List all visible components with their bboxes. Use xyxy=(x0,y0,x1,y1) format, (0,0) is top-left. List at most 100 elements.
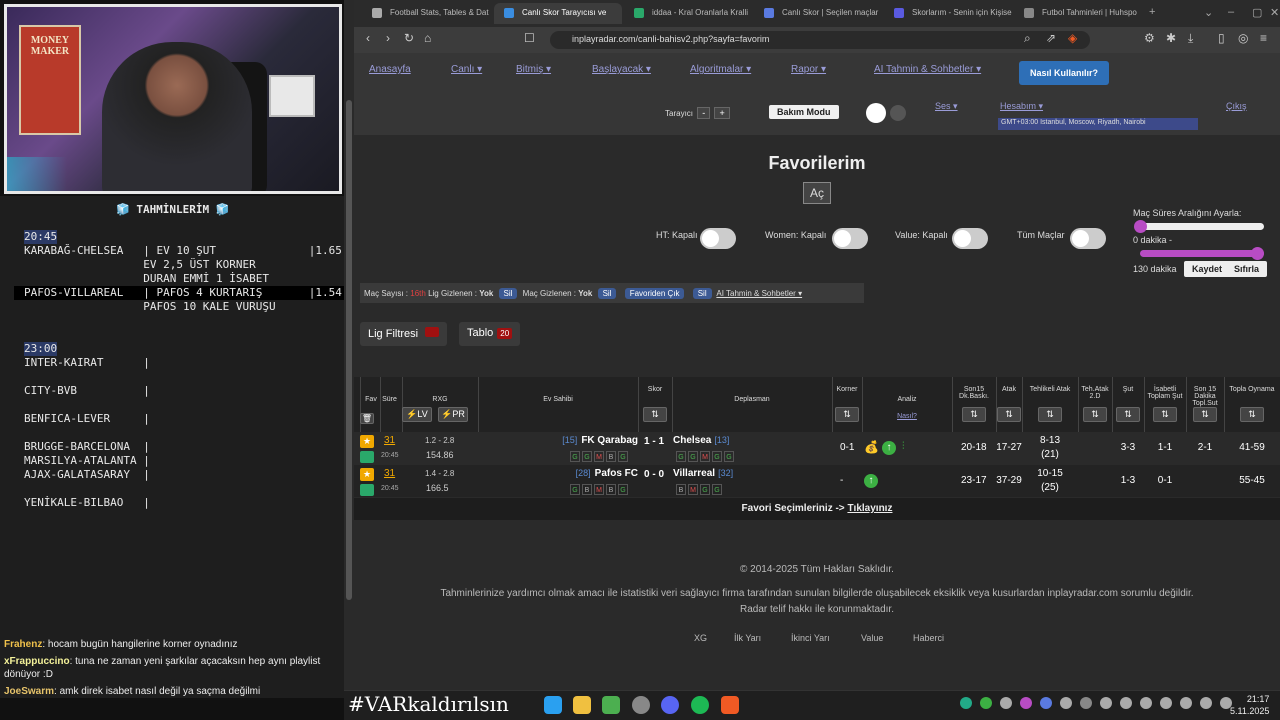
dark-mode-icon[interactable] xyxy=(890,105,906,121)
brave-shield-icon[interactable]: ◈ xyxy=(1068,31,1077,45)
footer-link[interactable]: Value xyxy=(861,633,883,643)
browser-tab[interactable]: Canlı Skor | Seçilen maçlar xyxy=(754,3,882,24)
nav-item[interactable]: Başlayacak ▾ xyxy=(592,64,651,75)
nav-item[interactable]: Rapor ▾ xyxy=(791,64,826,75)
sidebar-icon[interactable]: ▯ xyxy=(1218,31,1225,45)
up-arrow-icon[interactable]: ↑ xyxy=(864,474,878,488)
brave-icon[interactable] xyxy=(721,696,739,714)
table-row[interactable]: ★ 31 20:45 1.4 - 2.8 166.5 [28] Pafos FC 0 - 0 V… xyxy=(354,465,1280,497)
share-icon[interactable]: ⇗ xyxy=(1046,31,1056,45)
puzzle-icon[interactable]: ✱ xyxy=(1166,31,1176,45)
notepad-icon[interactable] xyxy=(602,696,620,714)
browser-tab[interactable]: Futbol Tahminleri | Huhspo xyxy=(1014,3,1142,24)
logout-link[interactable]: Çıkış xyxy=(1226,101,1247,111)
tray-icon[interactable] xyxy=(1200,697,1212,709)
spotify-icon[interactable] xyxy=(691,696,709,714)
stats-icon[interactable] xyxy=(360,484,374,496)
tray-icon[interactable] xyxy=(1180,697,1192,709)
range-min-knob[interactable] xyxy=(1134,220,1147,233)
minimize-icon[interactable]: – xyxy=(1228,6,1234,18)
sort-button[interactable]: ⇅ xyxy=(1240,407,1264,422)
wallet-icon[interactable]: ◎ xyxy=(1238,31,1248,45)
sort-lv-button[interactable]: ⚡LV xyxy=(402,407,432,422)
maximize-icon[interactable]: ▢ xyxy=(1252,6,1262,19)
toggle-switch[interactable] xyxy=(832,228,868,249)
sort-button[interactable]: ⇅ xyxy=(1116,407,1140,422)
footer-link[interactable]: İlk Yarı xyxy=(734,633,761,643)
dropdown-icon[interactable]: ⌄ xyxy=(1204,6,1213,19)
tray-icon[interactable] xyxy=(1160,697,1172,709)
maintenance-button[interactable]: Bakım Modu xyxy=(769,105,839,119)
remove-favorite-button[interactable]: Favoriden Çık xyxy=(624,288,685,299)
discord-icon[interactable] xyxy=(661,696,679,714)
footer-link[interactable]: XG xyxy=(694,633,707,643)
file-explorer-icon[interactable] xyxy=(573,696,591,714)
toggle-switch[interactable] xyxy=(952,228,988,249)
back-icon[interactable]: ‹ xyxy=(366,31,370,45)
menu-icon[interactable]: ≡ xyxy=(1260,31,1267,45)
reset-button[interactable]: Sıfırla xyxy=(1226,261,1268,277)
toggle-switch[interactable] xyxy=(1070,228,1106,249)
home-icon[interactable]: ⌂ xyxy=(424,31,431,45)
tray-icon[interactable] xyxy=(960,697,972,709)
away-team[interactable]: Villarreal [32] xyxy=(673,468,733,479)
favorite-star-icon[interactable]: ★ xyxy=(360,468,374,481)
nav-item[interactable]: Algoritmalar ▾ xyxy=(690,64,751,75)
home-team[interactable]: [28] Pafos FC xyxy=(576,468,638,479)
tray-icon[interactable] xyxy=(1060,697,1072,709)
trash-icon[interactable]: 🗑 xyxy=(360,413,374,424)
match-minute[interactable]: 31 xyxy=(384,468,395,479)
delete-lig-button[interactable]: Sil xyxy=(498,288,518,299)
sort-button[interactable]: ⇅ xyxy=(1038,407,1062,422)
forward-icon[interactable]: › xyxy=(386,31,390,45)
zoom-icon[interactable]: ⌕ xyxy=(1024,31,1031,46)
away-team[interactable]: Chelsea [13] xyxy=(673,435,729,446)
toggle-switch[interactable] xyxy=(700,228,736,249)
bookmark-icon[interactable]: ☐ xyxy=(524,31,535,45)
range-slider-min[interactable] xyxy=(1140,223,1264,230)
open-button[interactable]: Aç xyxy=(803,182,831,204)
scanner-minus-button[interactable]: - xyxy=(697,107,711,119)
up-arrow-icon[interactable]: ↑ xyxy=(882,441,896,455)
sort-button[interactable]: ⇅ xyxy=(643,407,667,422)
table-row[interactable]: ★ 31 20:45 1.2 - 2.8 154.86 [15] FK Qarabag 1 -… xyxy=(354,432,1280,464)
tray-icon[interactable] xyxy=(1020,697,1032,709)
url-input[interactable]: inplayradar.com/canli-bahisv2.php?sayfa=… xyxy=(550,31,1090,49)
sort-button[interactable]: ⇅ xyxy=(1193,407,1217,422)
download-icon[interactable]: ⤓ xyxy=(1188,31,1193,46)
browser-tab[interactable]: Canlı Skor Tarayıcısı ve xyxy=(494,3,622,24)
browser-tab[interactable]: Skorlarım - Senin için Kişise xyxy=(884,3,1012,24)
delete-button[interactable]: Sil xyxy=(692,288,712,299)
favorite-star-icon[interactable]: ★ xyxy=(360,435,374,448)
tray-icon[interactable] xyxy=(1080,697,1092,709)
match-minute[interactable]: 31 xyxy=(384,435,395,446)
account-menu[interactable]: Hesabım ▾ xyxy=(1000,101,1043,112)
add-tab-icon[interactable]: + xyxy=(1149,6,1155,18)
nav-item[interactable]: Canlı ▾ xyxy=(451,64,482,75)
close-icon[interactable]: ✕ xyxy=(1270,6,1279,19)
tray-icon[interactable] xyxy=(1040,697,1052,709)
save-button[interactable]: Kaydet xyxy=(1184,261,1231,277)
reload-icon[interactable]: ↻ xyxy=(404,31,414,45)
sort-button[interactable]: ⇅ xyxy=(1153,407,1177,422)
notes-scrollbar[interactable] xyxy=(344,0,354,690)
scanner-plus-button[interactable]: + xyxy=(714,107,730,119)
range-max-knob[interactable] xyxy=(1251,247,1264,260)
browser-tab[interactable]: Football Stats, Tables & Dat xyxy=(362,3,490,24)
footer-link[interactable]: İkinci Yarı xyxy=(791,633,830,643)
sort-button[interactable]: ⇅ xyxy=(997,407,1021,422)
tray-icon[interactable] xyxy=(1000,697,1012,709)
table-button[interactable]: Tablo 20 xyxy=(459,322,521,346)
stats-icon[interactable] xyxy=(360,451,374,463)
nav-item[interactable]: AI Tahmin & Sohbetler ▾ xyxy=(874,64,981,75)
timezone-select[interactable]: GMT+03:00 Istanbul, Moscow, Riyadh, Nair… xyxy=(998,118,1198,130)
light-mode-icon[interactable] xyxy=(866,103,886,123)
sound-menu[interactable]: Ses ▾ xyxy=(935,101,958,112)
extensions-icon[interactable]: ⚙ xyxy=(1144,31,1155,45)
browser-tab[interactable]: iddaa - Kral Oranlarla Kralli xyxy=(624,3,752,24)
tray-icon[interactable] xyxy=(1120,697,1132,709)
how-link[interactable]: Nasıl? xyxy=(862,413,952,420)
sort-button[interactable]: ⇅ xyxy=(962,407,986,422)
click-here-link[interactable]: Tıklayınız xyxy=(847,503,892,514)
range-slider-max[interactable] xyxy=(1140,250,1264,257)
